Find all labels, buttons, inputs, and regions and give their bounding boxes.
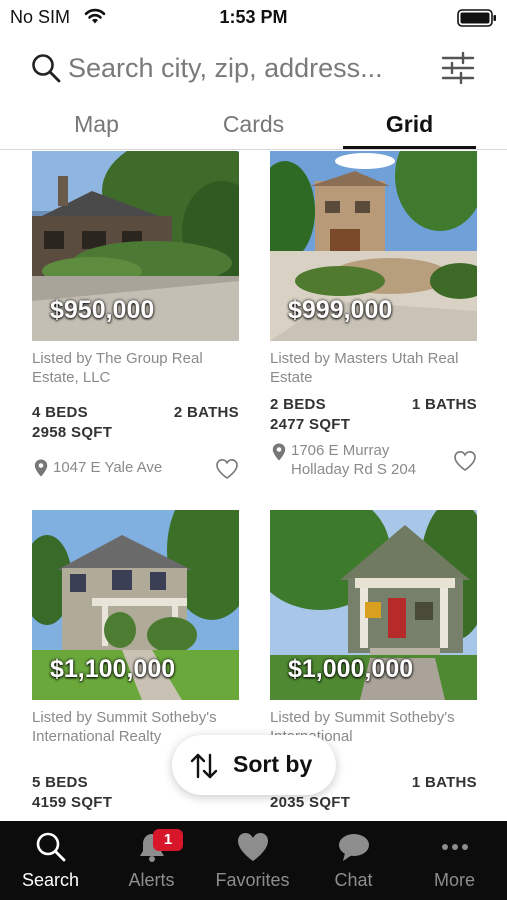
tabbar-more[interactable]: More <box>404 821 505 900</box>
tabbar-label: More <box>433 870 475 890</box>
view-tabs: Map Cards Grid <box>0 100 507 150</box>
listing-photo[interactable]: $1,100,000 <box>32 510 239 700</box>
chat-bubble-icon <box>339 834 369 861</box>
tab-grid[interactable]: Grid <box>343 100 476 150</box>
listing-agent: Listed by Masters Utah Real Estate <box>270 350 459 386</box>
listing-photo[interactable]: $1,000,000 <box>270 510 477 700</box>
location-pin-icon <box>34 459 48 477</box>
listing-sqft: 2035 SQFT <box>270 794 351 811</box>
active-tab-indicator <box>343 146 476 149</box>
listing-beds: 4 BEDS <box>32 404 88 421</box>
tabbar-chat[interactable]: Chat <box>303 821 404 900</box>
listing-baths: 1 BATHS <box>411 774 477 791</box>
listing-baths: 2 BATHS <box>173 404 239 421</box>
listing-sqft: 4159 SQFT <box>32 794 113 811</box>
heart-outline-icon[interactable] <box>215 458 239 480</box>
sort-button[interactable]: Sort by <box>172 735 336 795</box>
location-pin-icon <box>272 443 286 461</box>
tab-cards[interactable]: Cards <box>187 100 320 150</box>
listing-address: 1047 E Yale Ave <box>53 459 163 476</box>
heart-outline-icon[interactable] <box>453 450 477 472</box>
listing-sqft: 2958 SQFT <box>32 424 113 441</box>
tab-map[interactable]: Map <box>30 100 163 150</box>
bottom-tab-bar: Search 1 Alerts Favorites Chat More <box>0 821 507 900</box>
listing-photo[interactable]: $950,000 <box>32 151 239 341</box>
filter-sliders-icon[interactable] <box>440 50 476 86</box>
battery-icon <box>457 9 496 27</box>
tabbar-label: Chat <box>334 870 373 890</box>
listing-baths: 1 BATHS <box>411 396 477 413</box>
listing-beds: 2 BEDS <box>270 396 326 413</box>
listing-card[interactable]: $999,000 Listed by Masters Utah Real Est… <box>270 151 477 491</box>
listing-price: $999,000 <box>288 296 393 324</box>
tabbar-label: Alerts <box>128 870 175 890</box>
search-icon <box>36 832 66 862</box>
status-time: 1:53 PM <box>219 7 288 27</box>
tabbar-search[interactable]: Search <box>0 821 101 900</box>
tabbar-label: Search <box>21 870 80 890</box>
tabbar-label: Favorites <box>215 870 290 890</box>
listing-photo[interactable]: $999,000 <box>270 151 477 341</box>
alerts-badge: 1 <box>153 829 183 851</box>
search-bar <box>0 40 507 96</box>
listing-beds: 5 BEDS <box>32 774 88 791</box>
tabbar-favorites[interactable]: Favorites <box>202 821 303 900</box>
search-icon <box>32 54 61 83</box>
listing-agent: Listed by The Group Real Estate, LLC <box>32 350 203 386</box>
sort-label: Sort by <box>233 751 313 777</box>
tabbar-alerts[interactable]: 1 Alerts <box>101 821 202 900</box>
listing-price: $1,000,000 <box>288 655 414 683</box>
listing-price: $1,100,000 <box>50 655 176 683</box>
search-input[interactable] <box>68 48 428 88</box>
more-dots-icon <box>442 844 468 850</box>
heart-icon <box>238 833 268 861</box>
listing-price: $950,000 <box>50 296 155 324</box>
listing-card[interactable]: $950,000 Listed by The Group Real Estate… <box>32 151 239 491</box>
listing-address: 1706 E Murray Holladay Rd S 204 <box>291 442 417 478</box>
listing-sqft: 2477 SQFT <box>270 416 351 433</box>
listings-grid[interactable]: $950,000 Listed by The Group Real Estate… <box>0 151 507 821</box>
sort-arrows-icon <box>190 753 218 779</box>
status-bar: No SIM 1:53 PM <box>0 0 507 34</box>
